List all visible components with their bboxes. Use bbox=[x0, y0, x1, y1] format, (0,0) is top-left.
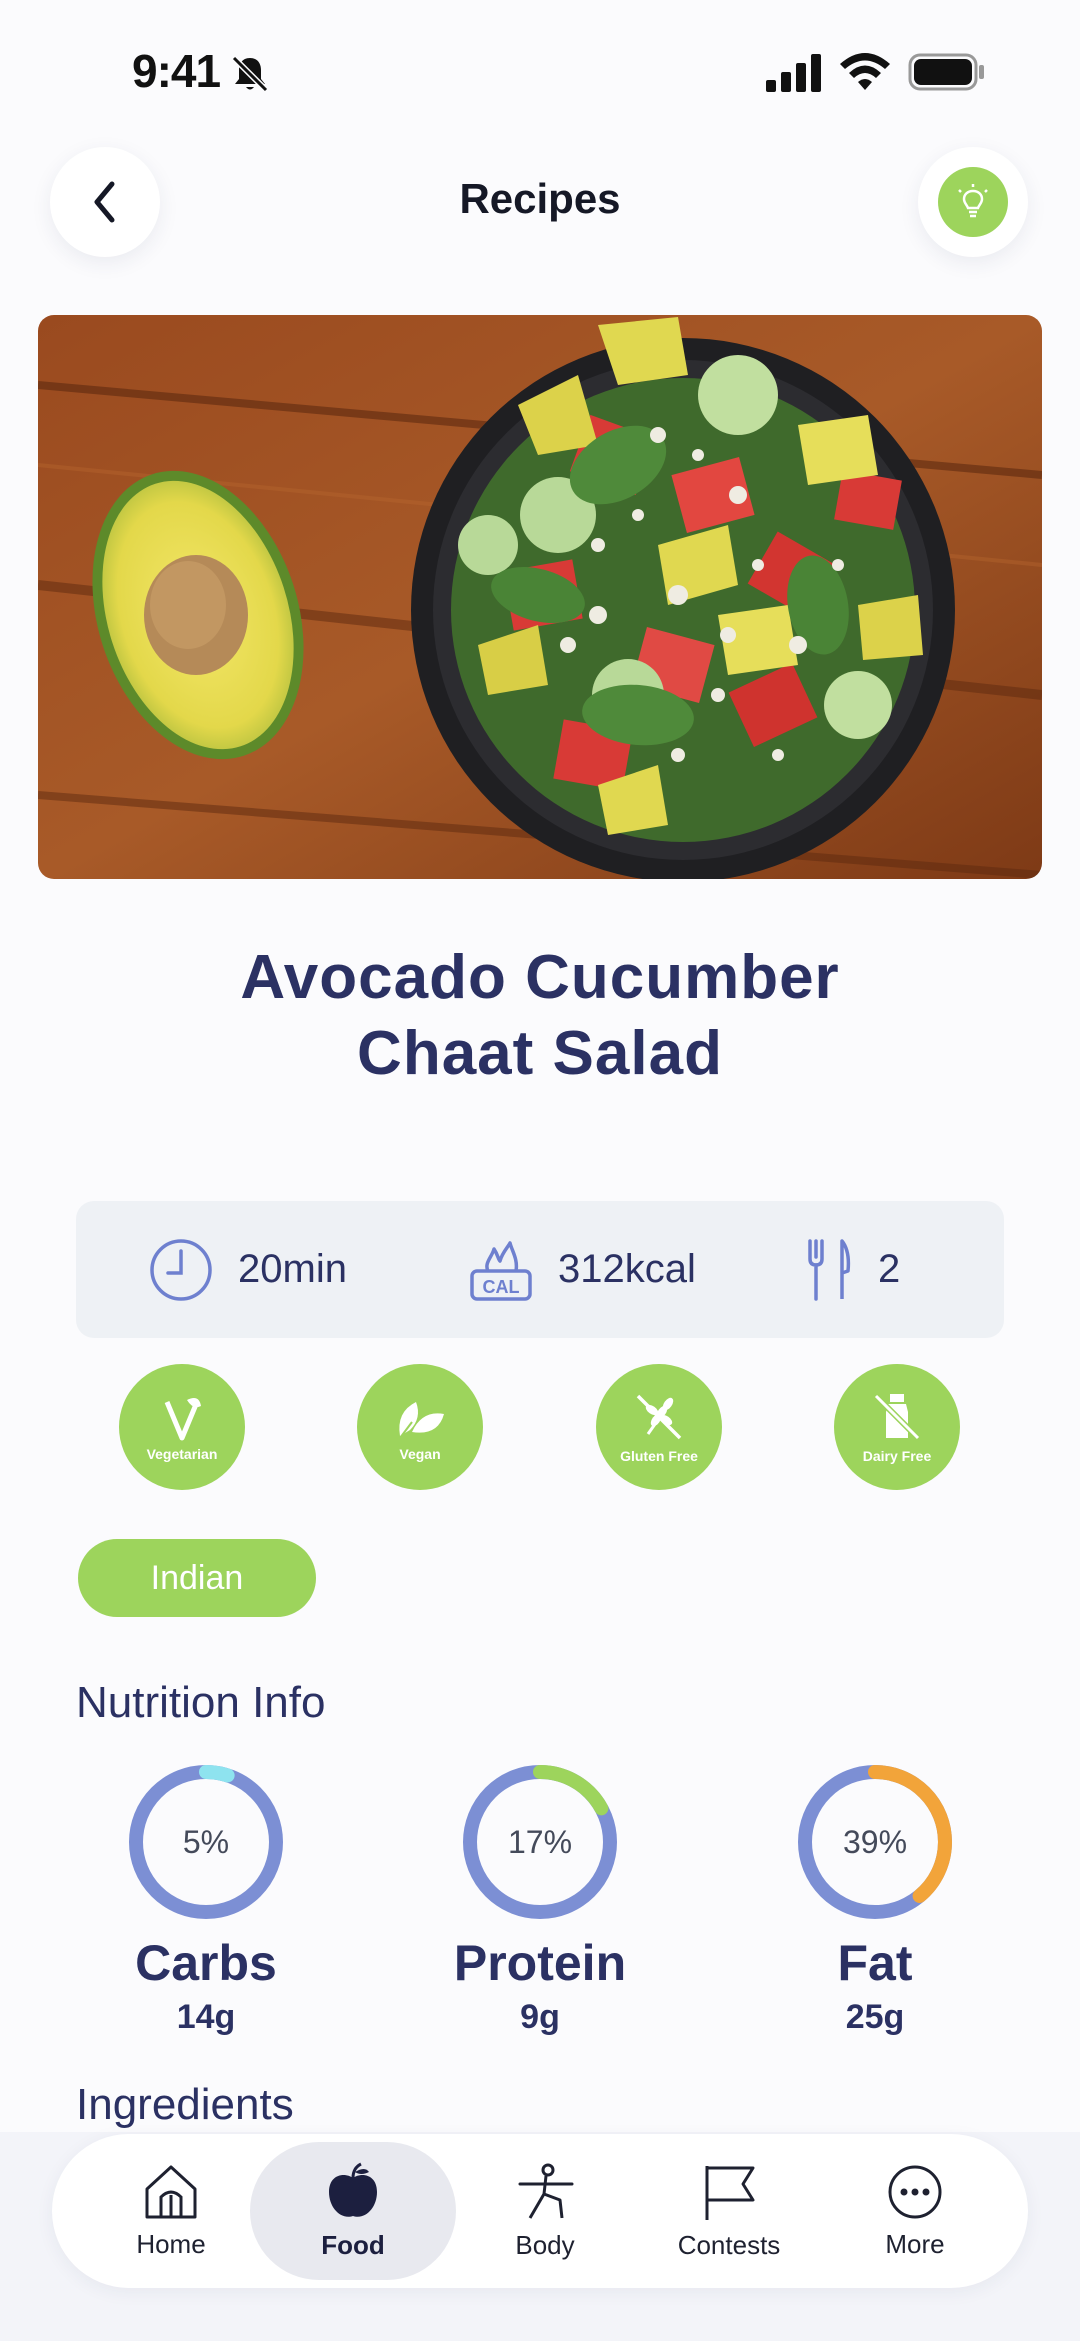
status-time: 9:41 bbox=[132, 45, 221, 97]
vegan-label: Vegan bbox=[399, 1446, 441, 1462]
tab-food-label: Food bbox=[321, 2229, 385, 2260]
tab-home[interactable]: Home bbox=[78, 2142, 264, 2280]
vegetarian-badge: Vegetarian bbox=[119, 1364, 245, 1490]
tab-contests[interactable]: Contests bbox=[636, 2142, 822, 2280]
recipe-title: Avocado Cucumber Chaat Salad bbox=[100, 940, 980, 1092]
prep-time-stat: 20min bbox=[148, 1201, 347, 1338]
more-dots-icon bbox=[888, 2165, 942, 2218]
bottom-tab-bar: Home Food Body Contests More bbox=[52, 2134, 1028, 2288]
nutrition-protein: 17% Protein 9g bbox=[440, 1760, 640, 2037]
nutrition-carbs: 5% Carbs 14g bbox=[106, 1760, 306, 2037]
lightbulb-icon bbox=[958, 184, 988, 218]
tab-food[interactable]: Food bbox=[250, 2142, 456, 2280]
vegetarian-label: Vegetarian bbox=[146, 1446, 218, 1462]
yoga-pose-icon bbox=[518, 2163, 574, 2219]
prep-time-value: 20min bbox=[238, 1247, 347, 1291]
apple-icon bbox=[329, 2162, 377, 2217]
protein-label: Protein bbox=[453, 1935, 627, 1991]
protein-amount: 9g bbox=[520, 1998, 560, 2036]
nutrition-fat: 39% Fat 25g bbox=[775, 1760, 975, 2037]
tab-more-label: More bbox=[885, 2228, 945, 2259]
fat-label: Fat bbox=[837, 1935, 913, 1991]
tab-body-label: Body bbox=[515, 2229, 575, 2260]
wifi-icon bbox=[840, 53, 890, 90]
salad-illustration bbox=[38, 315, 1042, 879]
recipe-title-line1: Avocado Cucumber bbox=[240, 943, 840, 1012]
gluten-free-badge: Gluten Free bbox=[596, 1364, 722, 1490]
status-bar: 9:41 bbox=[0, 0, 1080, 140]
header: Recipes bbox=[0, 145, 1080, 265]
home-icon bbox=[145, 2165, 197, 2218]
tip-circle bbox=[938, 167, 1008, 237]
bell-muted-icon bbox=[231, 55, 269, 93]
cellular-signal-icon bbox=[766, 54, 821, 92]
tab-body[interactable]: Body bbox=[452, 2142, 638, 2280]
battery-icon bbox=[908, 53, 984, 91]
clock-icon bbox=[150, 1238, 212, 1301]
fat-percent: 39% bbox=[842, 1823, 908, 1860]
servings-value: 2 bbox=[878, 1247, 901, 1291]
vegan-leaf-icon bbox=[399, 1402, 444, 1439]
gluten-free-icon bbox=[636, 1394, 682, 1440]
carbs-amount: 14g bbox=[176, 1998, 236, 2036]
fork-knife-icon bbox=[808, 1238, 851, 1301]
dairy-free-label: Dairy Free bbox=[862, 1448, 932, 1464]
dairy-free-icon bbox=[873, 1393, 921, 1441]
carbs-percent: 5% bbox=[182, 1823, 230, 1860]
calories-stat: CAL 312kcal bbox=[468, 1201, 696, 1338]
calories-flame-icon: CAL bbox=[470, 1240, 532, 1301]
recipe-stats-bar: 20min CAL 312kcal 2 bbox=[76, 1201, 1004, 1338]
recipe-photo bbox=[38, 315, 1042, 879]
protein-percent: 17% bbox=[507, 1823, 573, 1860]
vegan-badge: Vegan bbox=[357, 1364, 483, 1490]
tab-home-label: Home bbox=[136, 2228, 206, 2259]
fat-amount: 25g bbox=[845, 1998, 905, 2036]
servings-stat: 2 bbox=[804, 1201, 900, 1338]
flag-icon bbox=[705, 2165, 755, 2220]
vegetarian-icon bbox=[164, 1398, 201, 1441]
carbs-label: Carbs bbox=[135, 1935, 277, 1991]
gluten-free-label: Gluten Free bbox=[620, 1448, 698, 1464]
cuisine-tag[interactable]: Indian bbox=[78, 1539, 316, 1617]
recipe-title-line2: Chaat Salad bbox=[357, 1019, 723, 1088]
ingredients-title: Ingredients bbox=[76, 2080, 294, 2129]
tips-button[interactable] bbox=[918, 147, 1028, 257]
calories-value: 312kcal bbox=[558, 1247, 696, 1291]
calories-icon-text: CAL bbox=[483, 1277, 520, 1297]
dairy-free-badge: Dairy Free bbox=[834, 1364, 960, 1490]
tab-more[interactable]: More bbox=[822, 2142, 1008, 2280]
nutrition-info-title: Nutrition Info bbox=[76, 1678, 326, 1727]
tab-contests-label: Contests bbox=[677, 2229, 781, 2260]
